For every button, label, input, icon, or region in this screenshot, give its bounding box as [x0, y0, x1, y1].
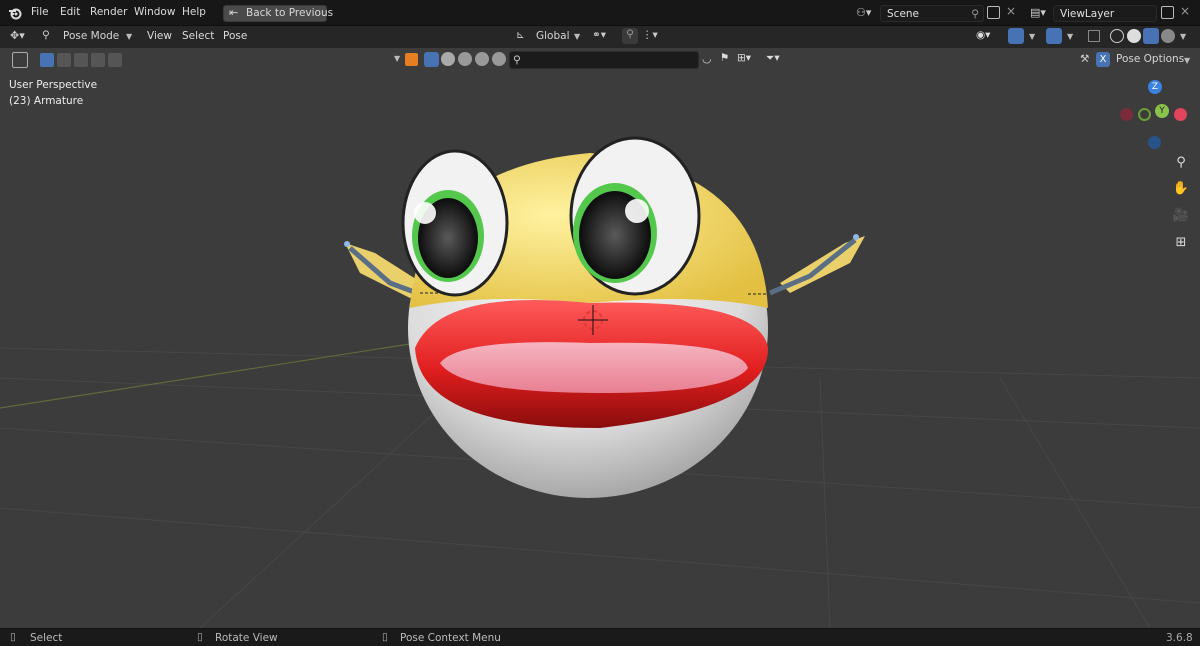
gizmo-neg-x-axis[interactable]: [1120, 108, 1133, 121]
filter-mesh-icon[interactable]: [424, 52, 439, 67]
chevron-down-icon: ▼: [1184, 56, 1191, 65]
pose-mode-icon: ⚲: [42, 29, 50, 41]
back-to-previous-button[interactable]: ⇤ Back to Previous: [223, 5, 333, 22]
close-viewlayer-icon[interactable]: ×: [1180, 4, 1190, 18]
select-box-new-icon[interactable]: [40, 53, 54, 67]
mode-label: Pose Mode: [63, 30, 120, 42]
new-scene-icon[interactable]: [987, 6, 1000, 19]
gizmo-neg-z-axis[interactable]: [1148, 136, 1161, 149]
version-label: 3.6.8: [1166, 632, 1193, 644]
pose-options-dropdown[interactable]: Pose Options ▼: [1116, 53, 1190, 65]
tool-header: ▼ ⚲ ◡ ⚑ ⊞▾ ⏷▾ ⚒ X Pose Options ▼: [0, 48, 1200, 72]
back-arrow-icon: ⇤: [229, 6, 239, 19]
gizmo-z-axis[interactable]: Z: [1148, 80, 1162, 94]
menu-edit[interactable]: Edit: [60, 6, 80, 18]
color-cube-icon[interactable]: [405, 53, 418, 66]
mouse-right-icon: ▯: [382, 631, 388, 643]
menu-render[interactable]: Render: [90, 6, 127, 18]
bone-icon[interactable]: ⚒: [1080, 53, 1089, 65]
scene-icon[interactable]: ⚇▾: [856, 6, 878, 20]
snap-icon[interactable]: ⚲: [622, 28, 638, 44]
gizmo-toggle-icon[interactable]: [1008, 28, 1024, 44]
menu-window[interactable]: Window: [134, 6, 175, 18]
object-type-filter-icon[interactable]: ▼: [394, 54, 400, 63]
viewlayer-name: ViewLayer: [1060, 8, 1115, 20]
chevron-down-icon: ▼: [574, 32, 581, 41]
funnel-filter-icon[interactable]: ⏷▾: [766, 52, 780, 65]
select-box-invert-icon[interactable]: [91, 53, 105, 67]
snap-target-icon[interactable]: ⋮▾: [642, 29, 658, 41]
top-bar: File Edit Render Window Help ⇤ Back to P…: [0, 0, 1200, 26]
filter-other-icon[interactable]: [492, 52, 506, 66]
new-viewlayer-icon[interactable]: [1161, 6, 1174, 19]
display-mode-icon[interactable]: ⊞▾: [737, 52, 751, 64]
scene-name: Scene: [887, 8, 920, 20]
menu-file[interactable]: File: [31, 6, 49, 18]
3d-viewport[interactable]: User Perspective (23) Armature Z Y ⚲ ✋ 🎥…: [0, 48, 1200, 628]
zoom-icon[interactable]: ⚲: [1170, 152, 1192, 174]
filter-camera-icon[interactable]: [475, 52, 489, 66]
mouse-left-icon: ▯: [10, 631, 16, 643]
navigation-gizmo[interactable]: Z Y: [1118, 78, 1194, 149]
camera-view-icon[interactable]: 🎥: [1170, 205, 1192, 227]
rendered-shading-icon[interactable]: [1161, 29, 1175, 43]
chevron-down-icon[interactable]: ▼: [1180, 32, 1186, 41]
filter-curve-icon[interactable]: [441, 52, 455, 66]
select-box-extend-icon[interactable]: [57, 53, 71, 67]
pan-hand-icon[interactable]: ✋: [1170, 178, 1192, 200]
status-select: Select: [30, 632, 63, 644]
chevron-down-icon[interactable]: ▼: [1029, 32, 1035, 41]
orientation-dropdown[interactable]: ⊾ Global ▼: [516, 28, 586, 45]
viewlayer-field[interactable]: ViewLayer: [1053, 5, 1157, 22]
x-mirror-toggle[interactable]: X: [1096, 52, 1110, 67]
viewport-header: ✥▾ ⚲ Pose Mode ▼ View Select Pose ⊾ Glob…: [0, 26, 1200, 48]
mouse-middle-icon: ▯: [197, 631, 203, 643]
filter-dropdown-icon[interactable]: ◡: [702, 52, 712, 65]
gizmo-y-axis[interactable]: Y: [1155, 104, 1169, 118]
chevron-down-icon[interactable]: ▼: [1067, 32, 1073, 41]
select-box-intersect-icon[interactable]: [108, 53, 122, 67]
orientation-icon: ⊾: [516, 29, 525, 41]
close-scene-icon[interactable]: ×: [1006, 4, 1016, 18]
xray-icon[interactable]: [1088, 30, 1100, 42]
scene-field[interactable]: Scene ⚲: [880, 5, 984, 22]
gizmo-neg-y-axis[interactable]: [1138, 108, 1151, 121]
orientation-label: Global: [536, 30, 570, 42]
wireframe-shading-icon[interactable]: [1110, 29, 1124, 43]
pin-icon[interactable]: ⚲: [971, 6, 979, 22]
pivot-icon[interactable]: ⚭▾: [592, 29, 606, 41]
menu-help[interactable]: Help: [182, 6, 206, 18]
menu-view[interactable]: View: [147, 30, 172, 42]
material-shading-icon[interactable]: [1143, 28, 1159, 44]
search-icon: ⚲: [513, 54, 521, 66]
tool-select-icon[interactable]: [12, 52, 28, 68]
menu-pose[interactable]: Pose: [223, 30, 247, 42]
scene-render: [0, 136, 1200, 628]
gizmo-x-axis[interactable]: [1174, 108, 1187, 121]
mode-dropdown[interactable]: ⚲ Pose Mode ▼: [40, 28, 138, 45]
viewport-perspective-label: User Perspective: [9, 79, 98, 91]
perspective-toggle-icon[interactable]: ⊞: [1170, 232, 1192, 254]
status-bar: ▯ Select ▯ Rotate View ▯ Pose Context Me…: [0, 628, 1200, 646]
gizmo-z-label: Z: [1151, 82, 1159, 92]
pose-options-label: Pose Options: [1116, 53, 1185, 65]
blender-logo-icon[interactable]: [8, 6, 22, 20]
menu-select[interactable]: Select: [182, 30, 214, 42]
status-context: Pose Context Menu: [400, 632, 501, 644]
search-field[interactable]: ⚲: [509, 51, 699, 69]
viewport-object-label: (23) Armature: [9, 95, 84, 107]
select-box-subtract-icon[interactable]: [74, 53, 88, 67]
chevron-down-icon: ▼: [126, 32, 133, 41]
overlay-toggle-icon[interactable]: [1046, 28, 1062, 44]
solid-shading-icon[interactable]: [1127, 29, 1141, 43]
viewlayer-icon[interactable]: ▤▾: [1030, 6, 1052, 20]
bookmark-icon[interactable]: ⚑: [720, 52, 729, 64]
gizmo-y-label: Y: [1159, 106, 1165, 116]
editor-type-icon[interactable]: ✥▾: [10, 29, 25, 42]
filter-light-icon[interactable]: [458, 52, 472, 66]
back-to-previous-label: Back to Previous: [246, 7, 334, 19]
visibility-icon[interactable]: ◉▾: [976, 29, 990, 41]
status-rotate: Rotate View: [215, 632, 278, 644]
